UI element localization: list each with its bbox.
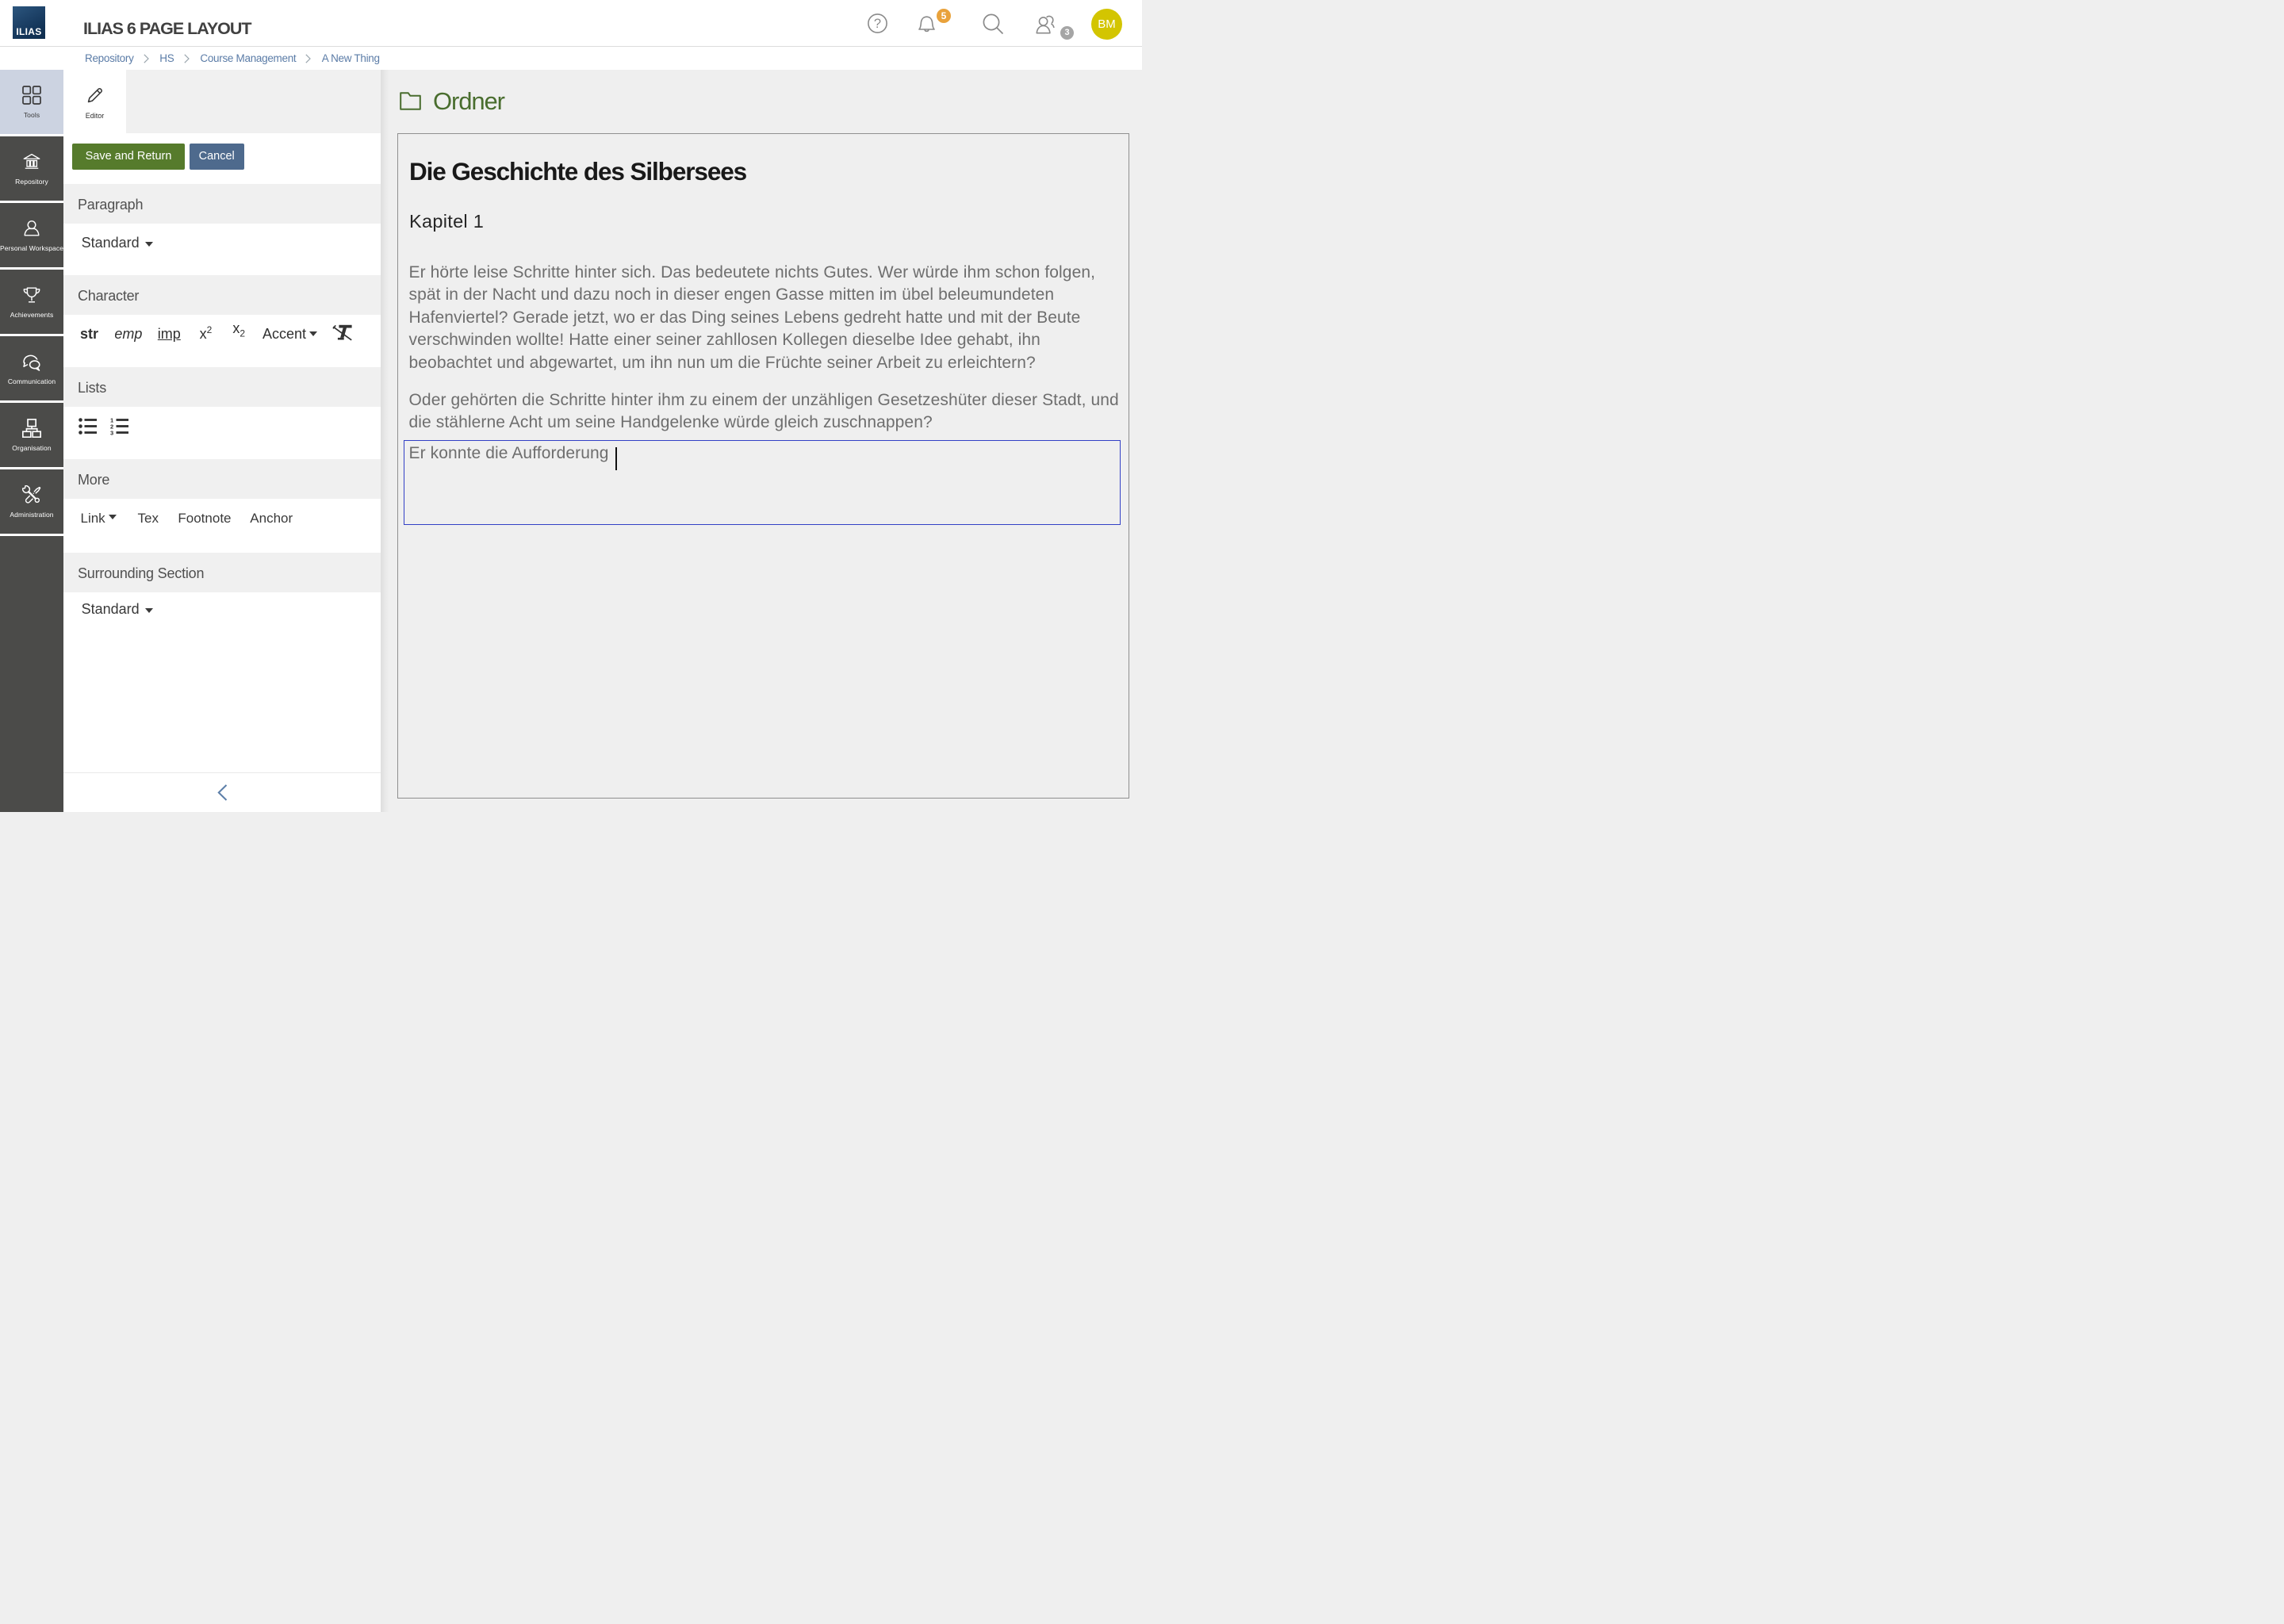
svg-text:?: ? — [874, 17, 881, 31]
svg-text:3: 3 — [110, 429, 113, 435]
